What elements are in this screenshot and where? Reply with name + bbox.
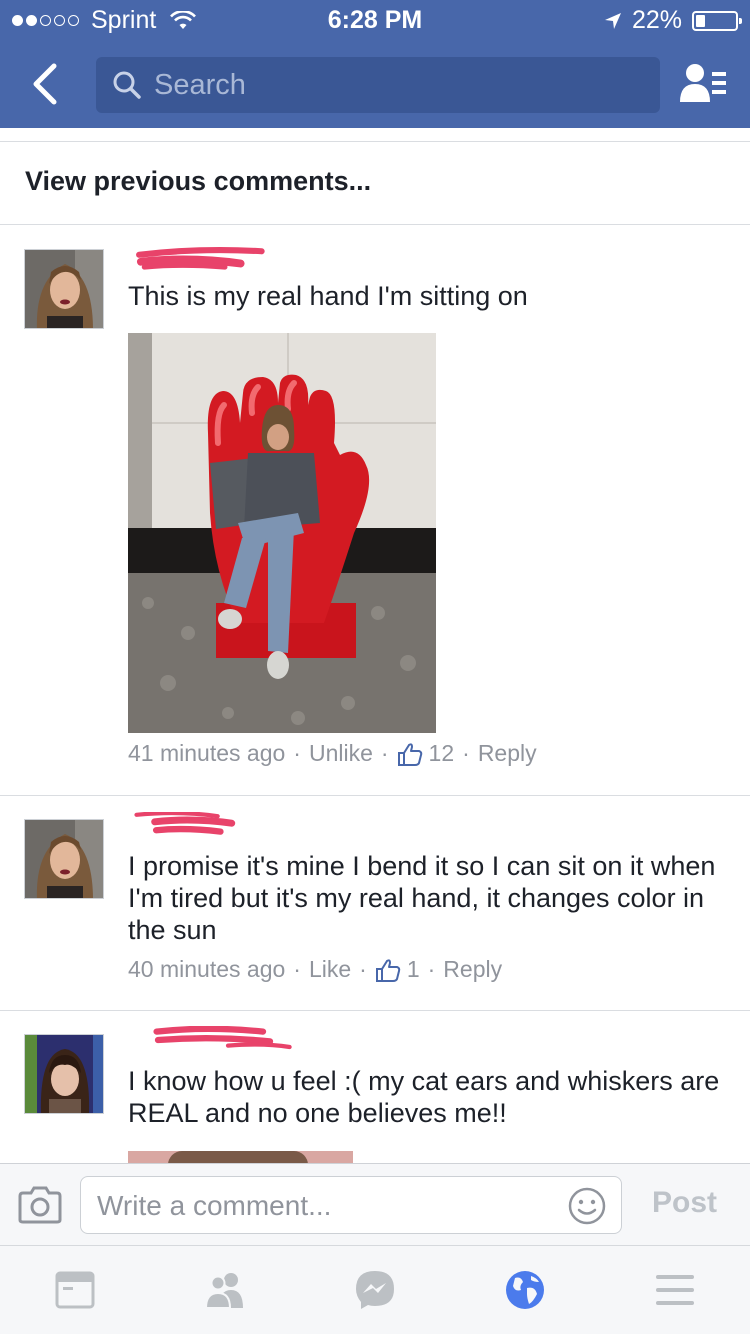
location-arrow-icon — [604, 12, 621, 29]
redacted-name[interactable] — [128, 812, 278, 840]
menu-icon[interactable] — [653, 1268, 697, 1312]
back-chevron-icon[interactable] — [28, 62, 64, 106]
thumbs-up-icon[interactable] — [397, 741, 423, 767]
avatar-photo — [25, 250, 103, 328]
comment-input[interactable] — [97, 1189, 557, 1223]
divider — [0, 1010, 750, 1011]
reply-button[interactable]: Reply — [478, 740, 537, 767]
comment-text: I know how u feel :( my cat ears and whi… — [128, 1066, 720, 1128]
comment-meta: 41 minutes ago · Unlike · 12 · Reply — [128, 740, 537, 767]
comment-photo-partial[interactable] — [128, 1151, 353, 1163]
commenter-avatar[interactable] — [24, 249, 104, 329]
search-input[interactable] — [154, 68, 634, 102]
tab-bar — [0, 1245, 750, 1334]
reply-button[interactable]: Reply — [443, 956, 502, 983]
avatar-photo — [25, 1035, 103, 1113]
camera-icon[interactable] — [18, 1186, 62, 1224]
commenter-avatar[interactable] — [24, 1034, 104, 1114]
comment-time[interactable]: 40 minutes ago — [128, 956, 285, 983]
comment-time[interactable]: 41 minutes ago — [128, 740, 285, 767]
news-feed-icon[interactable] — [53, 1268, 97, 1312]
photo-red-hand-chair — [128, 333, 436, 733]
unlike-button[interactable]: Unlike — [309, 740, 373, 767]
battery-percent: 22% — [631, 6, 682, 34]
search-icon — [113, 71, 141, 99]
post-button[interactable]: Post — [652, 1186, 717, 1220]
avatar-photo — [25, 820, 103, 898]
comment-photo[interactable] — [128, 333, 436, 733]
friend-requests-icon[interactable] — [678, 62, 728, 106]
globe-icon[interactable] — [503, 1268, 547, 1312]
redacted-name[interactable] — [128, 246, 278, 274]
divider — [0, 795, 750, 796]
comment-text: I promise it's mine I bend it so I can s… — [128, 851, 716, 945]
thumbs-up-icon[interactable] — [375, 957, 401, 983]
emoji-icon[interactable] — [567, 1186, 607, 1226]
comment-meta: 40 minutes ago · Like · 1 · Reply — [128, 956, 503, 983]
comment-input-wrapper[interactable] — [80, 1176, 622, 1234]
messenger-icon[interactable] — [353, 1268, 397, 1312]
commenter-avatar[interactable] — [24, 819, 104, 899]
divider — [0, 224, 750, 225]
like-button[interactable]: Like — [309, 956, 351, 983]
battery-icon — [692, 10, 742, 31]
view-previous-comments-link[interactable]: View previous comments... — [25, 166, 371, 197]
comment-composer: Post — [0, 1163, 750, 1245]
status-bar: Sprint 6:28 PM 22% — [0, 0, 750, 40]
like-count[interactable]: 12 — [429, 740, 455, 767]
comments-feed: View previous comments... This is my rea… — [0, 128, 750, 1163]
divider — [0, 141, 750, 142]
search-bar[interactable] — [96, 57, 660, 113]
comment-text: This is my real hand I'm sitting on — [128, 281, 528, 311]
friends-icon[interactable] — [203, 1268, 247, 1312]
redacted-name[interactable] — [128, 1026, 328, 1054]
like-count[interactable]: 1 — [407, 956, 420, 983]
top-bar: Sprint 6:28 PM 22% — [0, 0, 750, 128]
